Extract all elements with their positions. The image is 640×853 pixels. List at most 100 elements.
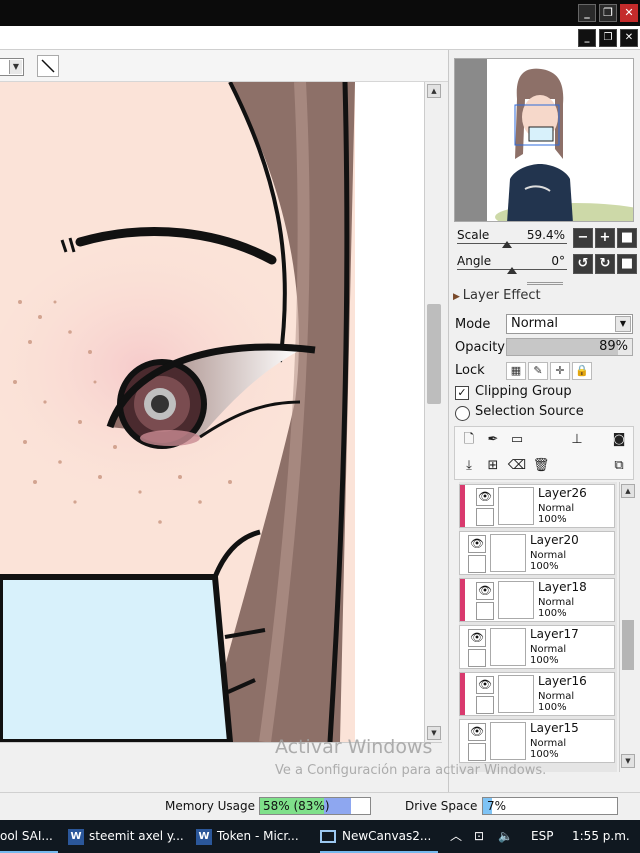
network-icon[interactable]: ⊡ (474, 820, 484, 853)
layer-select-box[interactable] (476, 696, 494, 714)
clock[interactable]: 1:55 p.m. (572, 820, 630, 853)
new-folder-icon[interactable]: ▭ (507, 430, 527, 450)
lock-all-icon[interactable]: 🔒 (572, 362, 592, 380)
clear-layer-icon[interactable]: ⌫ (507, 456, 527, 476)
layer-name: Layer18 (538, 580, 587, 594)
angle-slider[interactable]: Angle 0° (455, 254, 567, 276)
visibility-eye-icon[interactable]: 👁 (476, 676, 494, 694)
new-layer-icon[interactable]: 🗋 (459, 430, 479, 450)
visibility-eye-icon[interactable]: 👁 (476, 582, 494, 600)
doc-close-button[interactable]: ✕ (620, 29, 638, 47)
drive-space-meter: 7% (482, 797, 618, 815)
mode-label: Mode (455, 317, 491, 332)
layer-item[interactable]: 👁 Layer20 Normal 100% (459, 531, 615, 575)
layer-list[interactable]: 👁 Layer26 Normal 100% 👁 Layer20 Normal 100% 👁 Lay… (459, 482, 617, 772)
layer-item[interactable]: 👁 Layer26 Normal 100% (459, 484, 615, 528)
restore-button[interactable]: ❐ (599, 4, 617, 22)
clipping-indicator (460, 579, 465, 621)
layer-list-scrollbar[interactable]: ▲ ▼ (619, 482, 635, 772)
lock-brush-icon[interactable]: ✎ (528, 362, 548, 380)
clipping-indicator (460, 673, 465, 715)
navigator-thumbnail (455, 59, 633, 221)
volume-icon[interactable]: 🔈 (498, 820, 513, 853)
blend-mode-select[interactable]: Normal ▼ (506, 314, 633, 334)
visibility-eye-icon[interactable]: 👁 (476, 488, 494, 506)
opacity-value: 89% (599, 339, 628, 354)
layer-item[interactable]: 👁 Layer15 Normal 100% (459, 719, 615, 763)
layer-item[interactable]: 👁 Layer18 Normal 100% (459, 578, 615, 622)
drawing-canvas[interactable] (0, 82, 424, 742)
layer-effect-toggle[interactable]: ▶ Layer Effect (453, 288, 541, 303)
zoom-out-button[interactable]: − (573, 228, 593, 248)
doc-minimize-button[interactable]: _ (578, 29, 596, 47)
windows-taskbar: ool SAI... Wsteemit axel y... W Token - M… (0, 820, 640, 853)
lock-transparency-icon[interactable]: ▦ (506, 362, 526, 380)
scale-slider[interactable]: Scale 59.4% (455, 228, 567, 250)
new-linework-layer-icon[interactable]: ✒ (483, 430, 503, 450)
visibility-eye-icon[interactable]: 👁 (468, 723, 486, 741)
taskbar-item-steemit-doc[interactable]: Wsteemit axel y... (68, 820, 186, 853)
layer-thumbnail (490, 534, 526, 572)
face-mask (0, 574, 234, 742)
apply-mask-icon[interactable]: ⧉ (609, 456, 629, 476)
scale-track (457, 243, 567, 244)
stabilizer-dropdown[interactable]: ▼ (0, 58, 24, 76)
straight-line-tool-button[interactable] (37, 55, 59, 77)
ruler-icon[interactable]: ⊥ (567, 430, 587, 450)
status-bar: Memory Usage 58% (83%) Drive Space 7% (0, 792, 640, 820)
layer-item[interactable]: 👁 Layer17 Normal 100% (459, 625, 615, 669)
layer-select-box[interactable] (468, 743, 486, 761)
layer-opacity: 100% (538, 608, 567, 619)
layer-blend-mode: Normal (530, 738, 567, 749)
canvas-vertical-scrollbar[interactable]: ▲ ▼ (424, 82, 442, 742)
language-indicator[interactable]: ESP (531, 820, 553, 853)
layer-thumbnail (490, 722, 526, 760)
merge-down-icon[interactable]: ⊞ (483, 456, 503, 476)
transfer-down-icon[interactable]: ⤓ (459, 456, 479, 476)
minimize-button[interactable]: _ (578, 4, 596, 22)
selection-source-label: Selection Source (475, 404, 584, 419)
lock-move-icon[interactable]: ✛ (550, 362, 570, 380)
opacity-slider[interactable]: 89% (506, 338, 633, 356)
visibility-eye-icon[interactable]: 👁 (468, 535, 486, 553)
scroll-down-icon[interactable]: ▼ (621, 754, 635, 768)
scroll-up-icon[interactable]: ▲ (621, 484, 635, 498)
zoom-in-button[interactable]: + (595, 228, 615, 248)
layer-blend-mode: Normal (538, 503, 575, 514)
layer-select-box[interactable] (468, 649, 486, 667)
doc-restore-button[interactable]: ❐ (599, 29, 617, 47)
scale-knob[interactable] (501, 241, 512, 248)
panel-splitter[interactable] (527, 282, 563, 285)
clipping-group-checkbox[interactable]: ✓ (455, 386, 469, 400)
mask-icon[interactable]: ◙ (609, 430, 629, 450)
scroll-thumb[interactable] (427, 304, 441, 404)
rotate-reset-button[interactable]: ■ (617, 254, 637, 274)
taskbar-item-token-doc[interactable]: W Token - Micr... (196, 820, 310, 853)
opacity-label: Opacity (455, 340, 506, 355)
word-icon: W (196, 828, 212, 845)
rotate-left-button[interactable]: ↺ (573, 254, 593, 274)
layer-item[interactable]: 👁 Layer16 Normal 100% (459, 672, 615, 716)
scroll-up-icon[interactable]: ▲ (427, 84, 441, 98)
chevron-up-icon[interactable]: ︿ (450, 820, 462, 853)
layer-select-box[interactable] (468, 555, 486, 573)
layer-select-box[interactable] (476, 508, 494, 526)
rotate-right-button[interactable]: ↻ (595, 254, 615, 274)
taskbar-item-newcanvas[interactable]: NewCanvas2... (320, 820, 438, 853)
layer-opacity: 100% (538, 702, 567, 713)
drive-space-value: 7% (487, 799, 507, 813)
navigator-preview[interactable] (454, 58, 634, 222)
selection-source-checkbox[interactable] (455, 406, 470, 421)
layer-scroll-thumb[interactable] (622, 620, 634, 670)
blend-mode-value: Normal (511, 316, 559, 331)
close-button[interactable]: ✕ (620, 4, 638, 22)
right-panel: Scale 59.4% − + ■ Angle 0° ↺ ↻ ■ ▶ Layer… (448, 50, 640, 792)
layer-toolbar: 🗋 ✒ ▭ ⊥ ◙ ⤓ ⊞ ⌫ 🗑 ⧉ (454, 426, 634, 480)
zoom-reset-button[interactable]: ■ (617, 228, 637, 248)
taskbar-item-sai[interactable]: ool SAI... (0, 820, 58, 853)
visibility-eye-icon[interactable]: 👁 (468, 629, 486, 647)
angle-value: 0° (551, 254, 565, 268)
angle-knob[interactable] (507, 267, 517, 274)
layer-select-box[interactable] (476, 602, 494, 620)
delete-layer-icon[interactable]: 🗑 (531, 456, 551, 476)
